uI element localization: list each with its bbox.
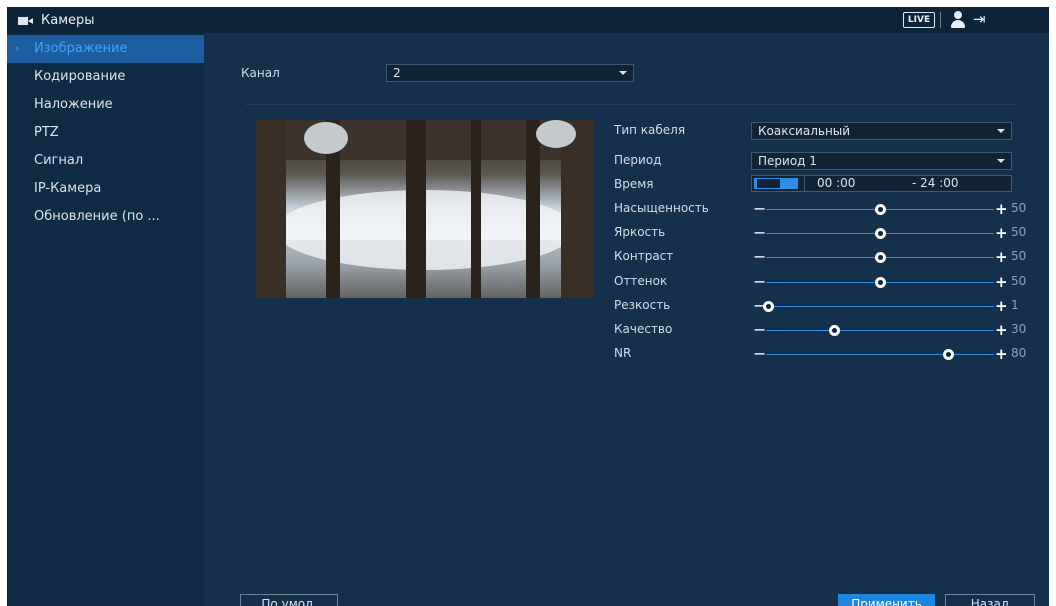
increase-button[interactable]: + xyxy=(995,323,1008,338)
slider-value: 50 xyxy=(1011,249,1027,263)
time-toggle[interactable] xyxy=(754,178,798,189)
sidebar-item-label: Изображение xyxy=(34,41,128,56)
slider-thumb[interactable] xyxy=(874,252,886,263)
time-start[interactable]: 00 :00 xyxy=(817,176,855,191)
slider-thumb[interactable] xyxy=(874,277,886,288)
slider-value: 80 xyxy=(1011,346,1027,360)
slider-label: NR xyxy=(614,346,632,360)
decrease-button[interactable]: − xyxy=(753,249,766,265)
chevron-right-icon: › xyxy=(15,42,20,55)
slider-value: 50 xyxy=(1011,225,1027,239)
slider-label: Качество xyxy=(614,322,673,336)
increase-button[interactable]: + xyxy=(995,275,1008,290)
slider-value: 30 xyxy=(1011,322,1027,336)
slider-value: 50 xyxy=(1011,274,1027,288)
slider-label: Контраст xyxy=(614,249,674,263)
cable-type-value: Коаксиальный xyxy=(758,124,851,138)
default-button[interactable]: По умол. xyxy=(240,594,338,606)
decrease-button[interactable]: − xyxy=(753,322,766,338)
slider-label: Яркость xyxy=(614,225,666,239)
chevron-down-icon xyxy=(997,129,1005,133)
sidebar-item-label: Кодирование xyxy=(34,69,126,84)
sidebar: › Изображение Кодирование Наложение PTZ … xyxy=(7,33,204,606)
live-button[interactable]: LIVE xyxy=(903,12,935,28)
increase-button[interactable]: + xyxy=(995,299,1008,314)
decrease-button[interactable]: − xyxy=(753,346,766,362)
top-divider xyxy=(940,12,941,28)
slider-label: Оттенок xyxy=(614,274,668,288)
slider-label: Резкость xyxy=(614,298,671,312)
period-select[interactable]: Период 1 xyxy=(751,152,1012,170)
increase-button[interactable]: + xyxy=(995,226,1008,241)
sidebar-item-label: IP-Камера xyxy=(34,181,102,196)
increase-button[interactable]: + xyxy=(995,202,1008,217)
channel-label: Канал xyxy=(241,66,280,80)
time-separator xyxy=(804,176,805,191)
sidebar-item-encoding[interactable]: Кодирование xyxy=(7,63,204,91)
channel-select-value: 2 xyxy=(393,66,401,80)
chevron-down-icon xyxy=(997,159,1005,163)
back-button[interactable]: Назад xyxy=(945,594,1035,606)
window-title-text: Камеры xyxy=(41,13,95,28)
camera-preview xyxy=(256,120,594,298)
app-frame: Камеры LIVE ⇥ › Изображение Кодирование … xyxy=(7,7,1049,606)
sidebar-item-update[interactable]: Обновление (по ... xyxy=(7,203,204,231)
sidebar-item-ip-camera[interactable]: IP-Камера xyxy=(7,175,204,203)
time-range-field[interactable]: 00 :00 - 24 :00 xyxy=(751,175,1012,192)
sidebar-item-label: Сигнал xyxy=(34,153,84,168)
decrease-button[interactable]: − xyxy=(753,274,766,290)
window-title: Камеры xyxy=(18,13,95,28)
sidebar-item-overlay[interactable]: Наложение xyxy=(7,91,204,119)
divider xyxy=(245,104,1015,105)
slider-thumb[interactable] xyxy=(874,228,886,239)
slider-track[interactable] xyxy=(766,306,994,307)
main-panel: Канал 2 Тип кабеля Коаксиальный Период П… xyxy=(204,33,1049,606)
increase-button[interactable]: + xyxy=(995,347,1008,362)
cable-type-label: Тип кабеля xyxy=(614,123,686,137)
slider-label: Насыщенность xyxy=(614,201,709,215)
increase-button[interactable]: + xyxy=(995,250,1008,265)
sidebar-item-label: Наложение xyxy=(34,97,113,112)
sidebar-item-label: Обновление (по ... xyxy=(34,209,160,224)
slider-thumb[interactable] xyxy=(874,204,886,215)
slider-thumb[interactable] xyxy=(762,301,774,312)
chevron-down-icon xyxy=(619,71,627,75)
sidebar-item-ptz[interactable]: PTZ xyxy=(7,119,204,147)
logout-icon[interactable]: ⇥ xyxy=(973,11,995,28)
slider-thumb[interactable] xyxy=(942,349,954,360)
period-label: Период xyxy=(614,153,662,167)
apply-button[interactable]: Применить xyxy=(838,594,935,606)
slider-value: 50 xyxy=(1011,201,1027,215)
user-icon[interactable] xyxy=(950,11,966,28)
sidebar-item-signal[interactable]: Сигнал xyxy=(7,147,204,175)
slider-track[interactable] xyxy=(766,354,994,355)
slider-value: 1 xyxy=(1011,298,1019,312)
period-value: Период 1 xyxy=(758,154,817,168)
camera-icon xyxy=(18,16,33,25)
cable-type-select[interactable]: Коаксиальный xyxy=(751,122,1012,140)
channel-select[interactable]: 2 xyxy=(386,64,634,82)
top-bar: Камеры LIVE ⇥ xyxy=(7,7,1049,33)
slider-track[interactable] xyxy=(766,330,994,331)
slider-thumb[interactable] xyxy=(828,325,840,336)
decrease-button[interactable]: − xyxy=(753,201,766,217)
time-end[interactable]: - 24 :00 xyxy=(912,176,959,191)
decrease-button[interactable]: − xyxy=(753,225,766,241)
time-label: Время xyxy=(614,177,654,191)
sidebar-item-image[interactable]: › Изображение xyxy=(7,35,204,63)
sidebar-item-label: PTZ xyxy=(34,125,59,140)
